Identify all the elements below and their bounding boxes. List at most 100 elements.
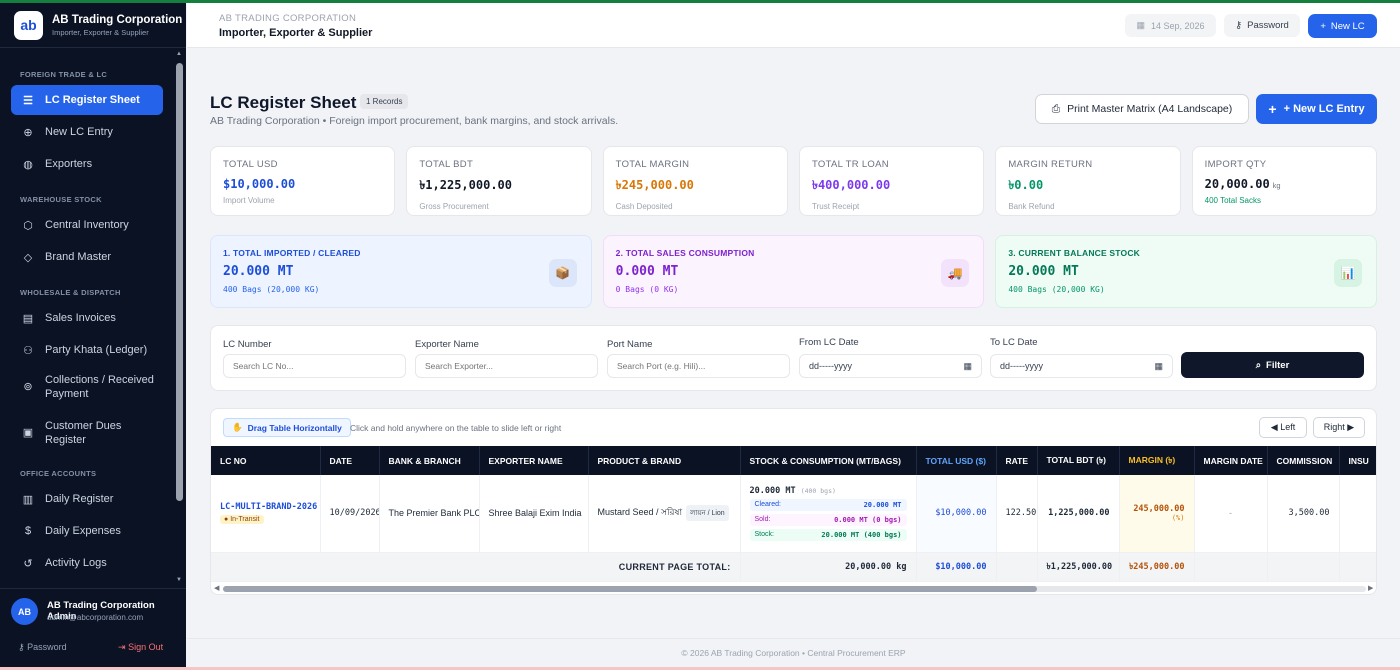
sidebar-item-label: Activity Logs <box>45 557 107 569</box>
sidebar-item-lc-register[interactable]: ☰ LC Register Sheet <box>11 85 163 115</box>
header-new-lc-button[interactable]: + New LC <box>1308 14 1377 38</box>
stat-label: IMPORT QTY <box>1204 159 1267 170</box>
sidebar-item-label: Exporters <box>45 158 93 170</box>
lc-table[interactable]: LC NO DATE BANK & BRANCH EXPORTER NAME P… <box>211 446 1376 582</box>
port-input[interactable] <box>607 354 790 378</box>
to-date-input[interactable]: dd-----yyyy ▦ <box>990 354 1173 378</box>
lc-number[interactable]: LC-MULTI-BRAND-2026 <box>220 502 317 512</box>
sidebar-scrollbar[interactable]: ▲ ▼ <box>175 51 184 587</box>
col-date[interactable]: DATE <box>320 446 380 475</box>
stat-value-text: ৳400,000.00 <box>811 178 891 192</box>
flow-card: 1. TOTAL IMPORTED / CLEARED 20.000 MT 400 … <box>210 235 592 308</box>
current-date: 14 Sep, 2026 <box>1150 20 1205 31</box>
table-hscrollbar[interactable]: ◀ ▶ <box>211 583 1376 594</box>
total-bdt: 1,225,000.00 <box>1037 475 1120 553</box>
password-button-label: Password <box>1247 20 1289 31</box>
sidebar-password-link[interactable]: ⚷ Password <box>18 642 67 653</box>
user-email: admin@abcorporation.com <box>47 613 144 622</box>
sign-out-button[interactable]: ⇥ Sign Out <box>118 642 163 653</box>
sidebar-item-activity-logs[interactable]: ↺ Activity Logs <box>11 548 163 578</box>
stock-row: Stock: 20.000 MT (400 bgs) <box>749 528 907 541</box>
stat-value: ৳400,000.00 <box>812 177 971 197</box>
sidebar-item-exporters[interactable]: ◍ Exporters <box>11 149 163 179</box>
product-name: Mustard Seed / সরিষা <box>597 507 683 518</box>
exporter-label: Exporter Name <box>415 339 479 350</box>
col-exporter-name[interactable]: EXPORTER NAME <box>479 446 589 475</box>
col-stock-consumption[interactable]: STOCK & CONSUMPTION (MT/BAGS) <box>740 446 917 475</box>
col-margin-date[interactable]: MARGIN DATE <box>1194 446 1268 475</box>
calendar-icon[interactable]: ▦ <box>1154 361 1163 372</box>
stat-value-text: ৳1,225,000.00 <box>419 178 513 192</box>
stat-value-text: $10,000.00 <box>223 177 296 191</box>
sidebar-item-daily-register[interactable]: ▥ Daily Register <box>11 484 163 514</box>
drag-hint: Click and hold anywhere on the table to … <box>350 423 562 433</box>
filter-button[interactable]: ⌕ Filter <box>1181 352 1364 378</box>
col-rate[interactable]: RATE <box>996 446 1038 475</box>
stock-value: 20.000 MT (400 bgs) <box>821 530 902 539</box>
col-commission[interactable]: COMMISSION <box>1267 446 1340 475</box>
password-button[interactable]: ⚷ Password <box>1224 14 1300 37</box>
stat-label: TOTAL MARGIN <box>615 159 690 170</box>
hscroll-thumb[interactable] <box>223 586 1037 592</box>
sidebar-item-daily-expenses[interactable]: $ Daily Expenses <box>11 516 163 546</box>
scroll-right-button[interactable]: Right ▶ <box>1313 417 1365 438</box>
stat-value-text: ৳0.00 <box>1008 178 1044 192</box>
stat-label: MARGIN RETURN <box>1008 159 1093 170</box>
print-master-matrix-button[interactable]: ⎙ Print Master Matrix (A4 Landscape) <box>1035 94 1249 124</box>
sidebar-item-sales-invoices[interactable]: ▤ Sales Invoices <box>11 303 163 333</box>
printer-icon: ⎙ <box>1051 102 1061 115</box>
col-margin[interactable]: MARGIN (৳) <box>1119 446 1195 475</box>
scroll-left-icon[interactable]: ◀ <box>214 584 219 592</box>
sidebar-item-brand-master[interactable]: ◇ Brand Master <box>11 242 163 272</box>
sidebar-item-new-lc-entry[interactable]: ⊕ New LC Entry <box>11 117 163 147</box>
new-lc-entry-label: + New LC Entry <box>1283 103 1365 115</box>
col-total-bdt[interactable]: TOTAL BDT (৳) <box>1037 446 1120 475</box>
exporter-input[interactable] <box>415 354 598 378</box>
table-row[interactable]: LC-MULTI-BRAND-2026 ● In-Transit 10/09/2… <box>211 475 1376 553</box>
page-total-usd: $10,000.00 <box>916 552 997 582</box>
from-date-input[interactable]: dd-----yyyy ▦ <box>799 354 982 378</box>
new-lc-entry-button[interactable]: + + New LC Entry <box>1256 94 1377 124</box>
page-total-row: CURRENT PAGE TOTAL: 20,000.00 kg $10,000… <box>211 552 1376 582</box>
cleared-label: Cleared: <box>754 500 781 508</box>
scroll-right-icon[interactable]: ▶ <box>1368 584 1373 592</box>
sign-out-label: Sign Out <box>128 642 164 652</box>
page-total-label: CURRENT PAGE TOTAL: <box>211 552 741 582</box>
nav-section-title: FOREIGN TRADE & LC <box>20 70 108 79</box>
brand[interactable]: ab AB Trading Corporation Importer, Expo… <box>0 3 186 48</box>
sidebar-item-label: Collections / Received Payment <box>45 374 154 400</box>
drag-chip-label: Drag Table Horizontally <box>247 422 342 433</box>
lc-number-input[interactable] <box>223 354 406 378</box>
sidebar-item-label: Sales Invoices <box>45 312 116 324</box>
sidebar-item-customer-dues[interactable]: ▣ Customer Dues Register <box>11 413 163 453</box>
globe-icon: ◍ <box>23 158 33 171</box>
col-bank-branch[interactable]: BANK & BRANCH <box>379 446 480 475</box>
sidebar-item-party-khata[interactable]: ⚇ Party Khata (Ledger) <box>11 335 163 365</box>
scroll-up-icon[interactable]: ▲ <box>176 51 182 57</box>
stat-sub: Bank Refund <box>1008 202 1055 211</box>
col-insurance[interactable]: INSU <box>1339 446 1376 475</box>
scroll-down-icon[interactable]: ▼ <box>176 577 182 583</box>
col-total-usd[interactable]: TOTAL USD ($) <box>916 446 997 475</box>
col-lc-no[interactable]: LC NO <box>211 446 321 475</box>
book-icon: ▥ <box>22 493 34 506</box>
calendar-icon[interactable]: ▦ <box>963 361 972 372</box>
flow-card: 2. TOTAL SALES CONSUMPTION 0.000 MT 0 Bags… <box>602 235 985 308</box>
sidebar-item-central-inventory[interactable]: ⬡ Central Inventory <box>11 210 163 240</box>
to-date-label: To LC Date <box>990 337 1038 348</box>
stat-value-text: ৳245,000.00 <box>615 178 694 192</box>
header-company: AB TRADING CORPORATION <box>219 13 357 24</box>
sidebar-item-label: New LC Entry <box>45 126 113 138</box>
margin-date: - <box>1194 475 1268 553</box>
scroll-left-button[interactable]: ◀ Left <box>1259 417 1307 438</box>
insurance: 6, <box>1339 475 1376 553</box>
flow-sub: 400 Bags (20,000 KG) <box>223 285 320 294</box>
sidebar-item-collections[interactable]: ⊚ Collections / Received Payment <box>11 367 163 407</box>
stat-card: MARGIN RETURN ৳0.00 Bank Refund <box>995 146 1181 216</box>
footer: © 2026 AB Trading Corporation • Central … <box>187 638 1400 667</box>
stat-unit: kg <box>1272 181 1281 190</box>
print-label: Print Master Matrix (A4 Landscape) <box>1067 103 1233 115</box>
col-product-brand[interactable]: PRODUCT & BRAND <box>588 446 741 475</box>
sidebar-scroll-thumb[interactable] <box>176 63 183 501</box>
calendar-icon: ▦ <box>1136 20 1145 30</box>
